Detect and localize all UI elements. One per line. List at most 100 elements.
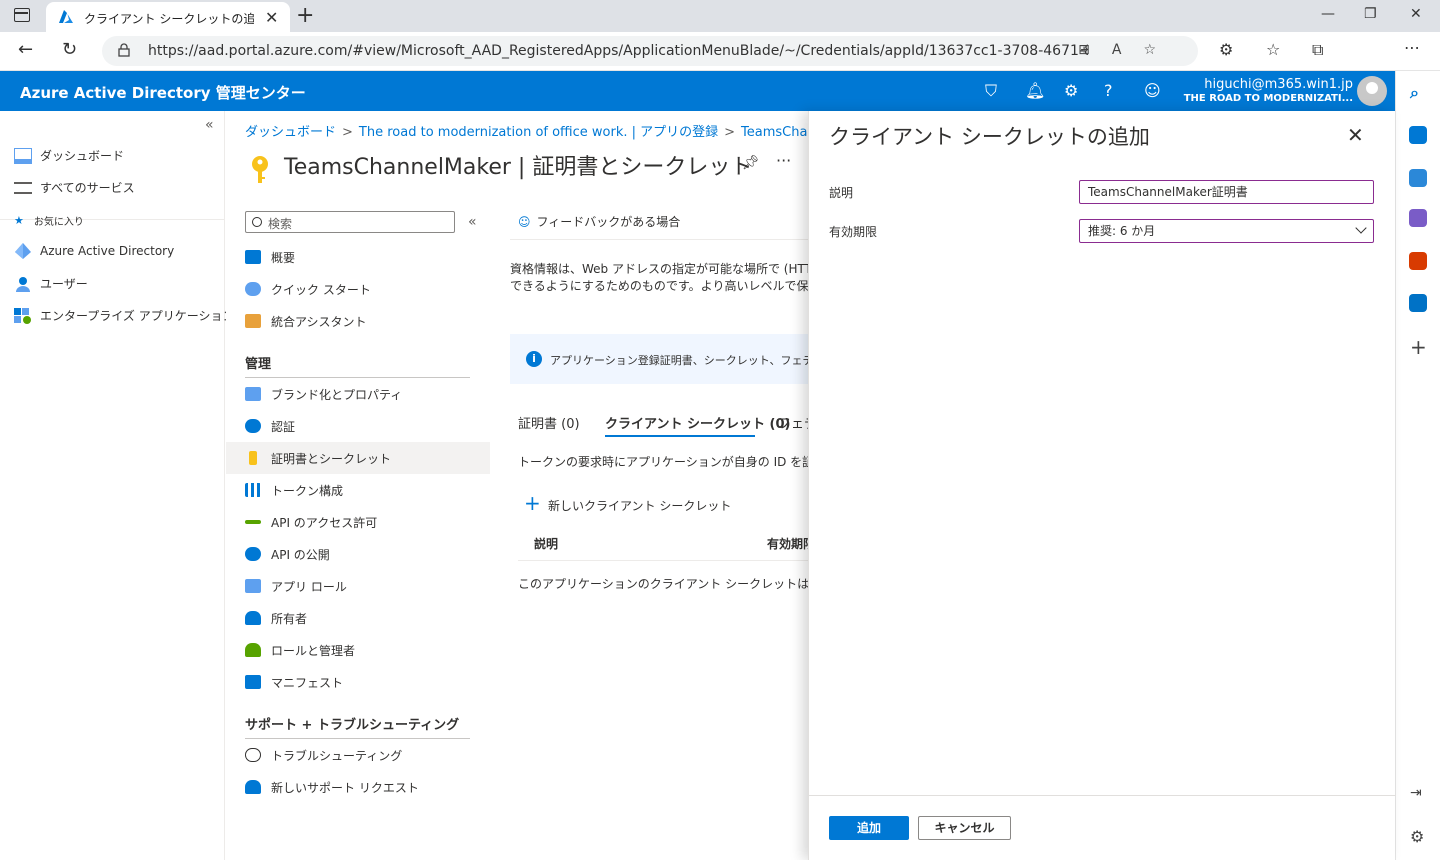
menu-item-app-roles[interactable]: アプリ ロール — [245, 570, 471, 602]
description-input[interactable]: TeamsChannelMaker証明書 — [1079, 180, 1374, 204]
enterprise-apps-icon — [14, 307, 32, 324]
shopping-icon[interactable] — [1409, 126, 1427, 144]
cloud-api-icon — [245, 547, 261, 561]
aad-icon — [14, 243, 32, 259]
settings-icon[interactable]: ⚙ — [1064, 81, 1078, 100]
tab-federated[interactable]: フェデ — [778, 413, 808, 432]
close-icon[interactable]: ✕ — [1347, 123, 1364, 147]
menu-item-overview[interactable]: 概要 — [245, 241, 471, 273]
nav-label: Azure Active Directory — [40, 244, 175, 258]
menu-item-integration-assistant[interactable]: 統合アシスタント — [245, 305, 471, 337]
office-icon[interactable] — [1409, 252, 1427, 270]
branding-icon — [245, 387, 261, 401]
expires-value: 推奨: 6 か月 — [1088, 224, 1156, 238]
menu-label: トラブルシューティング — [271, 748, 403, 763]
add-icon[interactable]: + — [1410, 335, 1427, 359]
menu-item-quickstart[interactable]: クイック スタート — [245, 273, 471, 305]
expires-select[interactable]: 推奨: 6 か月 — [1079, 219, 1374, 243]
menu-label: 新しいサポート リクエスト — [271, 780, 419, 795]
edge-sidebar: ⌕ + ⇥ ⚙ — [1395, 71, 1440, 860]
add-button[interactable]: 追加 — [829, 816, 909, 840]
breadcrumb-app[interactable]: TeamsChannelMak — [741, 125, 808, 140]
menu-item-authentication[interactable]: 認証 — [245, 410, 471, 442]
expires-label: 有効期限 — [829, 225, 878, 239]
new-secret-label: 新しいクライアント シークレット — [548, 499, 732, 513]
directory-filter-icon[interactable]: ⛉ — [985, 81, 997, 101]
tab-certificates[interactable]: 証明書 (0) — [518, 413, 580, 432]
menu-item-token-config[interactable]: トークン構成 — [245, 474, 471, 506]
search-icon[interactable]: ⌕ — [1410, 83, 1419, 103]
help-icon[interactable]: ? — [1104, 81, 1113, 100]
nav-item-dashboard[interactable]: ダッシュボード — [14, 147, 124, 164]
back-icon[interactable]: ← — [18, 39, 33, 60]
settings-more-icon[interactable]: ⋯ — [1404, 38, 1420, 57]
minimize-icon[interactable]: — — [1321, 6, 1335, 22]
section-manage: 管理 — [245, 357, 272, 372]
menu-item-owners[interactable]: 所有者 — [245, 602, 471, 634]
menu-item-branding[interactable]: ブランド化とプロパティ — [245, 378, 471, 410]
games-icon[interactable] — [1409, 209, 1427, 227]
breadcrumb-app-registrations[interactable]: The road to modernization of office work… — [359, 125, 718, 140]
extensions-icon[interactable]: ⚙ — [1219, 40, 1233, 59]
refresh-icon[interactable]: ↻ — [62, 39, 77, 60]
sidebar-settings-icon[interactable]: ⚙ — [1410, 827, 1424, 846]
user-avatar[interactable] — [1357, 76, 1387, 106]
roles-icon — [245, 643, 261, 657]
url-field[interactable]: https://aad.portal.azure.com/#view/Micro… — [102, 36, 1198, 66]
notifications-icon[interactable]: 🔔︎ — [1025, 81, 1045, 100]
menu-item-certificates-secrets[interactable]: 証明書とシークレット — [226, 442, 490, 474]
divider — [510, 239, 808, 240]
account-info[interactable]: higuchi@m365.win1.jp THE ROAD TO MODERNI… — [1184, 77, 1353, 104]
menu-item-manifest[interactable]: マニフェスト — [245, 666, 471, 698]
favorites-label: お気に入り — [33, 217, 84, 228]
support-icon — [245, 780, 261, 794]
pin-icon[interactable]: 📌︎ — [742, 155, 760, 171]
table-divider — [518, 560, 808, 561]
menu-item-new-support-request[interactable]: 新しいサポート リクエスト — [245, 771, 471, 803]
more-icon[interactable]: ··· — [776, 151, 791, 170]
menu-item-troubleshooting[interactable]: トラブルシューティング — [245, 739, 471, 771]
sidebar-toggle-icon[interactable]: ⇥ — [1410, 785, 1422, 801]
cancel-button[interactable]: キャンセル — [918, 816, 1011, 840]
api-permissions-icon — [245, 520, 261, 524]
menu-label: マニフェスト — [271, 675, 344, 690]
menu-item-expose-api[interactable]: API の公開 — [245, 538, 471, 570]
panel-title: クライアント シークレットの追加 — [829, 125, 1150, 149]
feedback-icon[interactable]: ☺ — [1144, 81, 1161, 100]
close-window-icon[interactable]: ✕ — [1410, 6, 1422, 22]
menu-item-api-permissions[interactable]: API のアクセス許可 — [245, 506, 471, 538]
outlook-icon[interactable] — [1409, 294, 1427, 312]
new-tab-icon[interactable]: + — [296, 3, 314, 28]
collections-icon[interactable]: ⧉ — [1312, 40, 1323, 60]
new-client-secret-button[interactable]: + 新しいクライアント シークレット — [524, 491, 732, 515]
nav-item-all-services[interactable]: すべてのサービス — [14, 179, 135, 196]
manifest-icon — [245, 675, 261, 689]
browser-tab[interactable]: クライアント シークレットの追加 - Azu ✕ — [46, 2, 290, 32]
collapse-nav-icon[interactable]: « — [205, 117, 214, 133]
menu-label: 証明書とシークレット — [271, 451, 392, 466]
breadcrumb-dashboard[interactable]: ダッシュボード — [245, 125, 336, 140]
favorites-icon[interactable]: ☆ — [1266, 40, 1280, 59]
star-icon: ★ — [14, 214, 24, 227]
nav-item-enterprise-apps[interactable]: エンタープライズ アプリケーション — [14, 307, 235, 324]
tools-icon[interactable] — [1409, 169, 1427, 187]
menu-label: API のアクセス許可 — [271, 515, 378, 530]
feedback-link[interactable]: ☺ フィードバックがある場合 — [518, 213, 680, 230]
menu-label: クイック スタート — [271, 282, 371, 297]
cloud-icon — [245, 282, 261, 296]
collapse-menu-icon[interactable]: « — [468, 214, 477, 230]
menu-label: トークン構成 — [271, 483, 344, 498]
nav-label: エンタープライズ アプリケーション — [40, 309, 235, 323]
nav-item-users[interactable]: ユーザー — [14, 275, 88, 292]
url-bar-icons[interactable]: ⊞A☆ — [1078, 42, 1178, 58]
tab-client-secrets[interactable]: クライアント シークレット (0) — [605, 413, 790, 432]
tenant-name: THE ROAD TO MODERNIZATI... — [1183, 93, 1353, 104]
main-blade: ダッシュボード > The road to modernization of off… — [226, 111, 808, 860]
menu-search-input[interactable]: 検索 — [245, 211, 455, 233]
tab-close-icon[interactable]: ✕ — [265, 8, 278, 27]
tab-actions-icon[interactable] — [14, 8, 30, 22]
menu-item-roles-admins[interactable]: ロールと管理者 — [245, 634, 471, 666]
restore-icon[interactable]: ❐ — [1364, 6, 1377, 22]
nav-item-aad[interactable]: Azure Active Directory — [14, 243, 174, 259]
portal-title[interactable]: Azure Active Directory 管理センター — [20, 82, 306, 103]
